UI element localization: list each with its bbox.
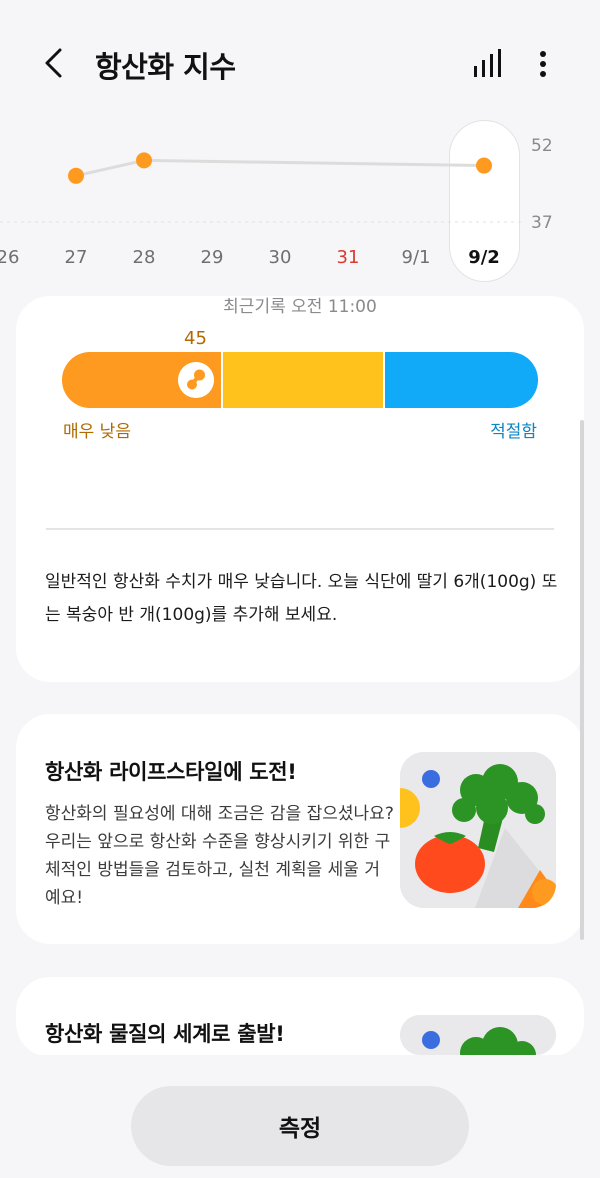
back-arrow-icon[interactable]: [38, 46, 72, 80]
x-tick-label[interactable]: 28: [133, 247, 156, 268]
x-tick-label[interactable]: 9/2: [468, 247, 500, 268]
card-body: 항산화의 필요성에 대해 조금은 감을 잡으셨나요? 우리는 앞으로 항산화 수…: [45, 804, 394, 908]
y-tick-label: 37: [531, 213, 553, 233]
level-ok-label: 적절함: [490, 422, 537, 442]
data-point[interactable]: [68, 167, 84, 184]
data-point[interactable]: [476, 157, 492, 174]
gauge-segment-ok: [385, 352, 538, 408]
x-tick-label[interactable]: 27: [65, 247, 88, 268]
score-marker-icon: [178, 362, 214, 398]
x-tick-label[interactable]: 31: [337, 247, 360, 268]
more-options-icon[interactable]: [530, 48, 556, 80]
level-low-label: 매우 낮음: [63, 422, 131, 442]
y-tick-label: 52: [531, 136, 553, 156]
measure-button[interactable]: 측정: [131, 1086, 469, 1166]
signal-bars-icon[interactable]: [470, 48, 504, 80]
card-title: 항산화 라이프스타일에 도전!: [45, 760, 297, 784]
vegetables-illustration: [400, 1015, 556, 1055]
page-title: 항산화 지수: [95, 50, 236, 84]
index-gauge: [62, 352, 538, 408]
latest-record-time: 최근기록 오전 11:00: [223, 297, 377, 317]
x-tick-label[interactable]: 30: [269, 247, 292, 268]
x-tick-label[interactable]: 26: [0, 247, 19, 268]
gauge-segment-mid: [223, 352, 385, 408]
index-score: 45: [184, 328, 207, 349]
x-tick-label[interactable]: 9/1: [402, 247, 431, 268]
divider: [46, 528, 554, 530]
scrollbar[interactable]: [580, 420, 584, 940]
index-description: 일반적인 항산화 수치가 매우 낮습니다. 오늘 식단에 딸기 6개(100g)…: [45, 572, 558, 625]
app-header: 항산화 지수: [0, 0, 600, 130]
x-tick-label[interactable]: 29: [201, 247, 224, 268]
card-title: 항산화 물질의 세계로 출발!: [45, 1022, 285, 1046]
vegetables-illustration: [400, 752, 556, 908]
data-point[interactable]: [136, 152, 152, 169]
antioxidant-trend-chart: 52 37 26 27 28 29 30 31 9/1 9/2: [0, 136, 553, 268]
